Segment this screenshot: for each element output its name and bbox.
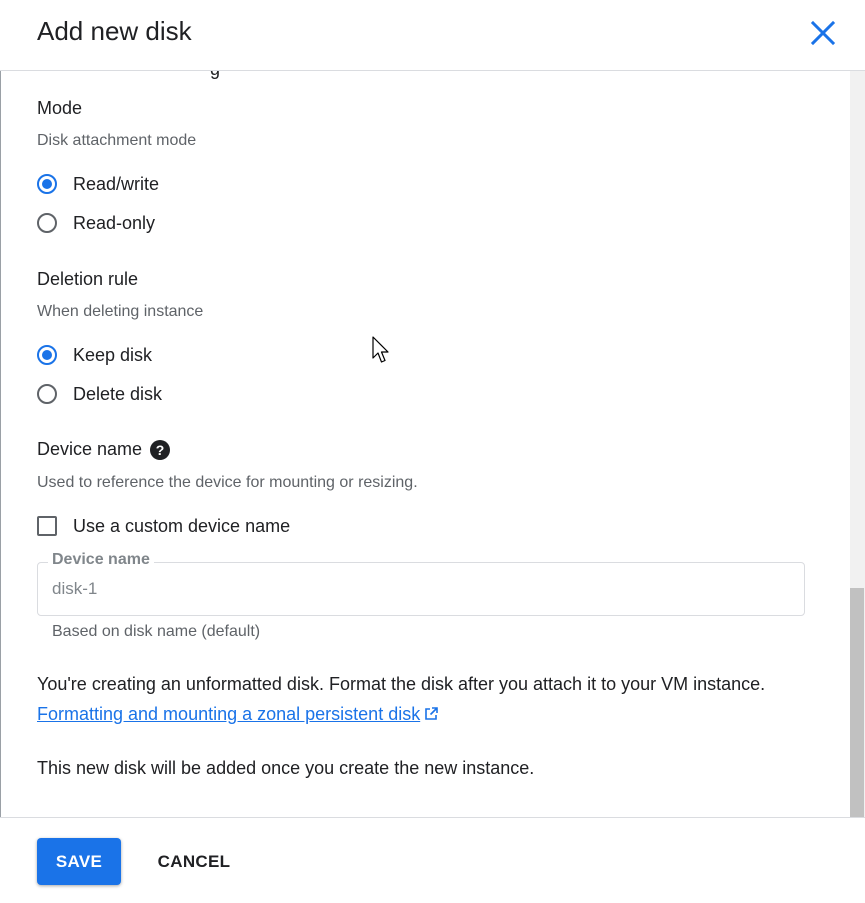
device-name-helper: Used to reference the device for mountin… xyxy=(37,474,418,491)
radio-label: Delete disk xyxy=(73,383,163,404)
device-name-field-label: Device name xyxy=(48,551,154,569)
mode-title: Mode xyxy=(37,98,83,118)
radio-label: Keep disk xyxy=(73,344,153,365)
radio-button-selected[interactable] xyxy=(37,174,57,194)
radio-button[interactable] xyxy=(37,213,57,233)
help-icon[interactable]: ? xyxy=(150,440,171,461)
dialog-footer: SAVE CANCEL xyxy=(0,817,865,903)
dialog-body[interactable]: g Mode Disk attachment mode Read/write R… xyxy=(0,71,850,817)
cancel-button[interactable]: CANCEL xyxy=(146,838,242,885)
radio-read-write[interactable]: Read/write xyxy=(37,171,159,197)
deletion-helper: When deleting instance xyxy=(37,303,204,320)
device-name-hint: Based on disk name (default) xyxy=(52,623,261,640)
dialog-header: Add new disk xyxy=(0,0,865,71)
radio-button-selected[interactable] xyxy=(37,345,57,365)
custom-device-name-checkbox-row[interactable]: Use a custom device name xyxy=(37,513,290,539)
radio-delete-disk[interactable]: Delete disk xyxy=(37,381,162,407)
radio-read-only[interactable]: Read-only xyxy=(37,210,155,236)
radio-label: Read-only xyxy=(73,212,156,233)
radio-keep-disk[interactable]: Keep disk xyxy=(37,342,152,368)
checkbox-label: Use a custom device name xyxy=(73,515,291,536)
clipped-text-remnant: g xyxy=(210,71,220,80)
deletion-title: Deletion rule xyxy=(37,269,139,289)
device-name-title: Device name xyxy=(37,439,143,459)
mouse-cursor-icon xyxy=(372,336,389,363)
dialog-title: Add new disk xyxy=(37,16,192,46)
custom-device-name-checkbox[interactable] xyxy=(37,516,57,536)
close-icon[interactable] xyxy=(806,16,840,50)
device-name-field[interactable]: Device name disk-1 xyxy=(37,551,805,616)
formatting-docs-link[interactable]: Formatting and mounting a zonal persiste… xyxy=(37,704,420,724)
radio-label: Read/write xyxy=(73,173,160,194)
save-button[interactable]: SAVE xyxy=(37,838,121,885)
notice-text: You're creating an unformatted disk. For… xyxy=(37,674,766,694)
mode-helper: Disk attachment mode xyxy=(37,132,197,149)
device-name-input[interactable]: disk-1 xyxy=(52,579,97,599)
device-name-title-row: Device name? xyxy=(37,439,171,461)
radio-button[interactable] xyxy=(37,384,57,404)
external-link-icon[interactable] xyxy=(423,706,439,722)
new-disk-info: This new disk will be added once you cre… xyxy=(37,758,535,778)
scrollbar-thumb[interactable] xyxy=(850,588,864,817)
unformatted-disk-notice: You're creating an unformatted disk. For… xyxy=(37,669,797,729)
